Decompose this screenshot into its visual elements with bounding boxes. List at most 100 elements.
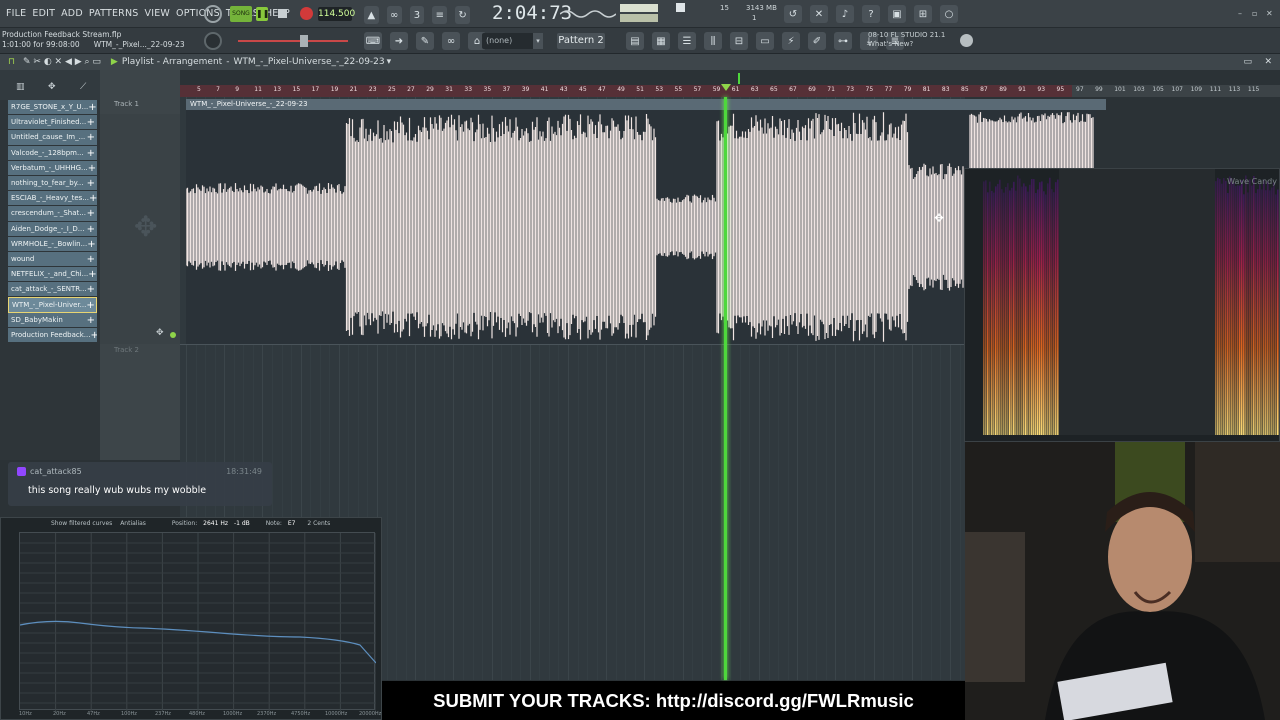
clip-item[interactable]: NETFELIX_-_and_Chi... +	[8, 267, 97, 283]
loop-marker[interactable]	[738, 73, 740, 84]
track-1-header[interactable]: ✥ ✥	[100, 114, 180, 344]
metronome-icon[interactable]: ▲	[364, 6, 379, 24]
audio-clip-waveform[interactable]	[186, 110, 964, 344]
eq-graph[interactable]	[19, 532, 377, 711]
mixer-icon[interactable]: ⊞	[914, 5, 932, 23]
minimize-icon[interactable]: –	[1238, 9, 1242, 18]
song-mode-button[interactable]: SONG	[230, 6, 252, 22]
browser-icon[interactable]: ⊟	[730, 32, 748, 50]
add-icon[interactable]: +	[87, 115, 97, 129]
clip-item-selected[interactable]: WTM_-_Pixel-Univer... +	[8, 297, 97, 313]
clip-item[interactable]: crescendum_-_Shat... +	[8, 206, 97, 222]
loop-record-icon[interactable]: ↻	[455, 6, 470, 24]
restore-icon[interactable]: ▭	[1243, 57, 1252, 67]
master-pitch-slider[interactable]	[238, 40, 348, 42]
playhead-marker-icon[interactable]	[721, 84, 731, 91]
chat-icon[interactable]: ○	[940, 5, 958, 23]
master-pitch-handle[interactable]	[300, 35, 308, 47]
playlist-icon[interactable]: ▤	[626, 32, 644, 50]
clip-item[interactable]: Verbatum_-_UHHHG... +	[8, 160, 97, 176]
clip-item[interactable]: ESCIAB_-_Heavy_tes... +	[8, 191, 97, 207]
add-icon[interactable]: +	[86, 298, 96, 311]
add-icon[interactable]: +	[88, 267, 97, 281]
fl-news-panel[interactable]: 08-10 FL STUDIO 21.1 What's New?	[868, 31, 945, 49]
clip-item[interactable]: WRMHOLE_-_Bowlin... +	[8, 236, 97, 252]
record-icon[interactable]	[300, 7, 313, 20]
clip-item[interactable]: R7GE_STONE_x_Y_U... +	[8, 100, 97, 116]
timeline-ruler-extended[interactable]: 97 99 101 103 105 107 109 111 113 115	[1072, 85, 1280, 97]
tempo-display[interactable]: 114.500	[318, 7, 355, 21]
globe-icon[interactable]	[960, 34, 973, 47]
clip-item[interactable]: Valcode_-_128bpm... +	[8, 145, 97, 161]
add-icon[interactable]: +	[87, 176, 97, 190]
step-edit-icon[interactable]: ≡	[432, 6, 448, 24]
menu-file[interactable]: FILE	[6, 8, 26, 19]
tools-icon[interactable]: ✕	[810, 5, 828, 23]
track-1-led[interactable]	[170, 332, 176, 338]
clip-item[interactable]: Aiden_Dodge_-_I_D... +	[8, 221, 97, 237]
add-icon[interactable]: +	[87, 206, 97, 220]
plugin-icon[interactable]: ⚡	[782, 32, 800, 50]
magnet-icon[interactable]: ⊓	[8, 57, 15, 67]
clip-item[interactable]: cat_attack_-_SENTR... +	[8, 282, 97, 298]
piano-roll-icon[interactable]: ▦	[652, 32, 670, 50]
file-icon[interactable]: ▭	[756, 32, 774, 50]
play-icon[interactable]: ▶	[111, 57, 118, 67]
clip-item[interactable]: Production Feedback...+	[8, 327, 97, 343]
pencil-icon[interactable]: ✐	[808, 32, 826, 50]
brush-icon[interactable]: ⟋	[80, 82, 86, 92]
paint-icon[interactable]: ✎	[416, 32, 434, 50]
pause-icon[interactable]: ❚❚	[256, 7, 269, 21]
stop-icon[interactable]	[278, 9, 287, 18]
countdown-icon[interactable]: 3	[409, 6, 425, 24]
menu-patterns[interactable]: PATTERNS	[89, 8, 139, 19]
add-icon[interactable]: +	[87, 130, 97, 144]
eq-panel[interactable]: Show filtered curves Antialias Position:…	[0, 517, 382, 720]
wait-input-icon[interactable]: ∞	[386, 6, 402, 24]
menu-view[interactable]: VIEW	[145, 8, 171, 19]
save-icon[interactable]: ▣	[888, 5, 906, 23]
arrangement-dropdown-icon[interactable]: ▾	[387, 57, 392, 67]
playlist-close-icon[interactable]: ✕	[1264, 57, 1272, 67]
antialias-toggle[interactable]: Antialias	[120, 520, 146, 527]
show-filtered-toggle[interactable]: Show filtered curves	[51, 520, 112, 527]
maximize-icon[interactable]: ▫	[1252, 9, 1257, 18]
audio-clip-header[interactable]: WTM_-_Pixel-Universe_-_22-09-23	[186, 99, 1106, 110]
add-icon[interactable]: +	[87, 282, 97, 296]
add-icon[interactable]: +	[87, 222, 97, 236]
playhead[interactable]	[724, 97, 727, 680]
track-1-label[interactable]: Track 1	[114, 100, 139, 108]
add-icon[interactable]: +	[88, 100, 97, 114]
clip-item[interactable]: Ultraviolet_Finished... +	[8, 115, 97, 131]
chevron-down-icon[interactable]: ▾	[533, 33, 543, 49]
add-icon[interactable]: +	[87, 252, 97, 266]
add-icon[interactable]: +	[87, 237, 97, 251]
pitch-knob-icon[interactable]	[204, 32, 222, 50]
clip-item[interactable]: SD_BabyMakin +	[8, 312, 97, 328]
track-1-move-icon[interactable]: ✥	[156, 328, 164, 338]
track-2-label[interactable]: Track 2	[114, 346, 139, 354]
add-icon[interactable]: +	[88, 161, 97, 175]
clip-item[interactable]: Untitled_cause_Im_... +	[8, 130, 97, 146]
snap-select[interactable]: (none)	[482, 33, 540, 49]
mic-icon[interactable]: ♪	[836, 5, 854, 23]
clip-item[interactable]: nothing_to_fear_by... +	[8, 175, 97, 192]
add-icon[interactable]: +	[89, 191, 97, 205]
add-icon[interactable]: +	[90, 328, 97, 342]
clip-item[interactable]: wound +	[8, 251, 97, 268]
arrangement-name[interactable]: WTM_-_Pixel-Universe_-_22-09-23	[233, 57, 384, 67]
pattern-selector[interactable]: Pattern 2	[557, 33, 605, 49]
add-icon[interactable]: +	[87, 146, 97, 160]
keyboard-icon[interactable]: ⌨	[364, 32, 382, 50]
channel-rack-icon[interactable]: ☰	[678, 32, 696, 50]
add-icon[interactable]: +	[87, 313, 97, 327]
link-icon[interactable]: ∞	[442, 32, 460, 50]
arrow-right-icon[interactable]: ➜	[390, 32, 408, 50]
mixer-window-icon[interactable]: ⫼	[704, 32, 722, 50]
move-icon[interactable]: ✥	[48, 82, 56, 92]
grid-icon[interactable]: ▥	[16, 82, 25, 92]
wave-candy-panel[interactable]: Wave Candy	[964, 168, 1280, 442]
master-volume-knob-icon[interactable]	[204, 5, 222, 23]
sliders-icon[interactable]: ⊶	[834, 32, 852, 50]
menu-edit[interactable]: EDIT	[32, 8, 55, 19]
